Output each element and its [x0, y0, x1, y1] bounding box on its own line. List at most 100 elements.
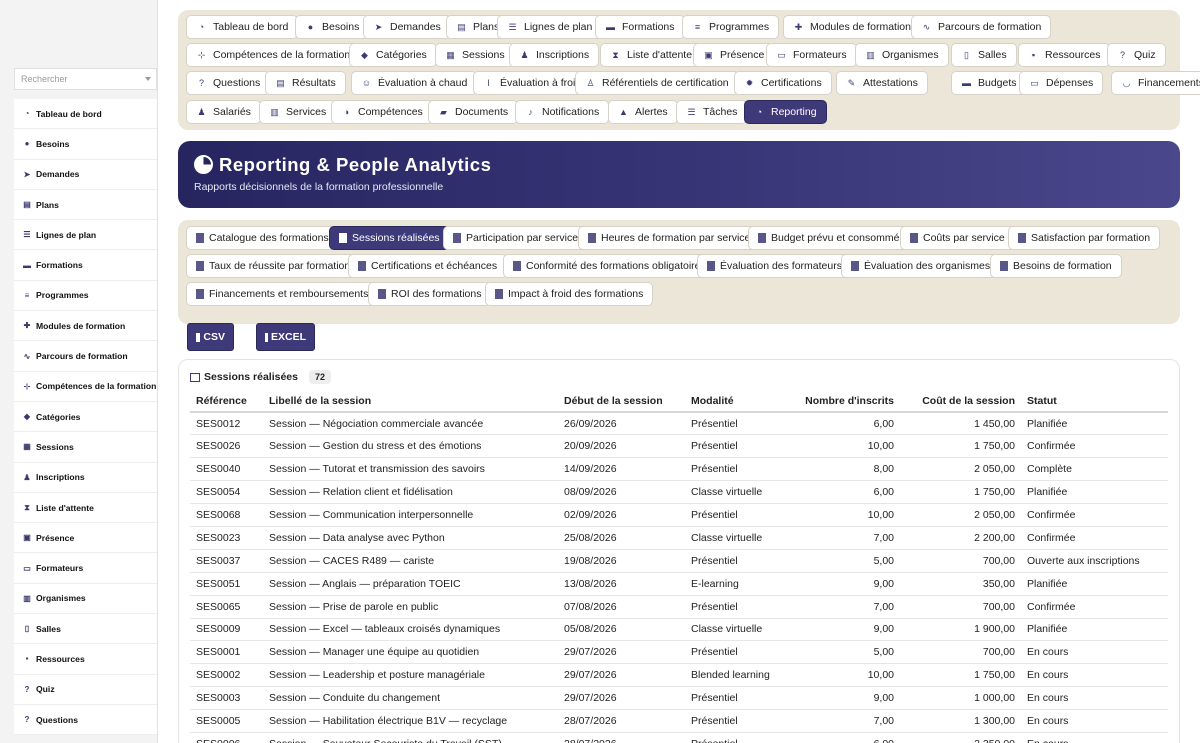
sidebar-item-formations[interactable]: ▬ Formations [14, 250, 157, 281]
column-header-statut[interactable]: Statut [1021, 390, 1168, 413]
table-row[interactable]: SES0002 Session — Leadership et posture m… [190, 663, 1168, 688]
sidebar-item-presence[interactable]: ▣ Présence [14, 523, 157, 554]
nav-item-quiz[interactable]: ? Quiz [1107, 43, 1166, 67]
report-tab-sessions-realisees[interactable]: Sessions réalisées [329, 226, 450, 250]
nav-item-documents[interactable]: ▰ Documents [428, 100, 519, 124]
nav-item-tableau-de-bord[interactable]: ◔ Tableau de bord [186, 15, 299, 39]
nav-item-categories[interactable]: ◆ Catégories [349, 43, 437, 67]
sidebar-item-organismes[interactable]: ▥ Organismes [14, 584, 157, 615]
sidebar-item-modules-de-formation[interactable]: ✚ Modules de formation [14, 311, 157, 342]
nav-item-services[interactable]: ▥ Services [259, 100, 337, 124]
report-tab-certifications-et-echeances[interactable]: Certifications et échéances [348, 254, 508, 278]
nav-item-attestations[interactable]: ✎ Attestations [836, 71, 928, 95]
report-tab-budget-prevu-et-consomme[interactable]: Budget prévu et consommé [748, 226, 910, 250]
nav-item-notifications[interactable]: ♪ Notifications [515, 100, 610, 124]
sidebar-item-programmes[interactable]: ≡ Programmes [14, 281, 157, 312]
sidebar-item-parcours-de-formation[interactable]: ∿ Parcours de formation [14, 341, 157, 372]
nav-item-competences[interactable]: ◑ Compétences [331, 100, 433, 124]
nav-item-formateurs[interactable]: ▭ Formateurs [766, 43, 857, 67]
sidebar-item-plans[interactable]: ▤ Plans [14, 190, 157, 221]
nav-item-taches[interactable]: ☰ Tâches [676, 100, 748, 124]
nav-item-sessions[interactable]: ▦ Sessions [435, 43, 515, 67]
report-tab-evaluation-des-organismes[interactable]: Évaluation des organismes [841, 254, 1001, 278]
report-tab-participation-par-service[interactable]: Participation par service [443, 226, 589, 250]
export-excel-button[interactable]: EXCEL [256, 323, 315, 351]
nav-item-salaries[interactable]: ♟ Salariés [186, 100, 261, 124]
export-csv-button[interactable]: CSV [187, 323, 234, 351]
table-row[interactable]: SES0006Session — Sauveteur Secouriste du… [190, 732, 1168, 743]
nav-item-questions[interactable]: ? Questions [186, 71, 271, 95]
sidebar-item-liste-d-attente[interactable]: ⧗ Liste d'attente [14, 493, 157, 524]
sidebar-item-sessions[interactable]: ▦ Sessions [14, 432, 157, 463]
report-tab-couts-par-service[interactable]: Coûts par service [900, 226, 1015, 250]
nav-item-demandes[interactable]: ➤ Demandes [363, 15, 451, 39]
sidebar-item-ressources[interactable]: ▪ Ressources [14, 644, 157, 675]
nav-item-referentiels-de-certification[interactable]: ♙ Référentiels de certification [575, 71, 739, 95]
nav-item-inscriptions[interactable]: ♟ Inscriptions [509, 43, 600, 67]
report-tab-roi-des-formations[interactable]: ROI des formations [368, 282, 492, 306]
table-row[interactable]: SES0054 Session — Relation client et fidé… [190, 480, 1168, 505]
report-tab-financements-et-remboursements[interactable]: Financements et remboursements [186, 282, 379, 306]
report-tab-impact-a-froid-des-formations[interactable]: Impact à froid des formations [485, 282, 654, 306]
table-row[interactable]: SES0040 Session — Tutorat et transmission… [190, 457, 1168, 482]
column-header-reference[interactable]: Référence [190, 390, 263, 413]
sidebar-item-formateurs[interactable]: ▭ Formateurs [14, 553, 157, 584]
nav-item-formations[interactable]: ▬ Formations [595, 15, 685, 39]
column-header-libelle-de-la-session[interactable]: Libellé de la session [263, 390, 558, 413]
sidebar-search-select[interactable]: Rechercher [14, 68, 157, 90]
nav-item-certifications[interactable]: ✹ Certifications [734, 71, 832, 95]
nav-item-evaluation-a-chaud[interactable]: ☺ Évaluation à chaud [351, 71, 478, 95]
nav-item-liste-d-attente[interactable]: ⧗ Liste d'attente [600, 43, 703, 67]
table-row[interactable]: SES0068 Session — Communication interpers… [190, 503, 1168, 527]
report-tab-evaluation-des-formateurs[interactable]: Évaluation des formateurs [697, 254, 852, 278]
column-header-debut-de-la-session[interactable]: Début de la session [558, 390, 685, 413]
nav-item-alertes[interactable]: ▲ Alertes [608, 100, 678, 124]
sidebar-item-lignes-de-plan[interactable]: ☰ Lignes de plan [14, 220, 157, 251]
table-row[interactable]: SES0012 Session — Négociation commerciale… [190, 412, 1168, 436]
table-row[interactable]: SES0065 Session — Prise de parole en publ… [190, 595, 1168, 619]
sidebar-item-questions[interactable]: ? Questions [14, 705, 157, 736]
nav-item-budgets[interactable]: ▬ Budgets [951, 71, 1027, 95]
sidebar-item-demandes[interactable]: ➤ Demandes [14, 160, 157, 190]
nav-item-financements[interactable]: ◡ Financements [1111, 71, 1200, 95]
report-tab-satisfaction-par-formation[interactable]: Satisfaction par formation [1008, 226, 1161, 250]
nav-item-ressources[interactable]: ▪ Ressources [1018, 43, 1111, 67]
nav-item-programmes[interactable]: ≡ Programmes [682, 15, 780, 39]
report-tab-besoins-de-formation[interactable]: Besoins de formation [990, 254, 1122, 278]
report-tab-conformite-des-formations-obligatoires[interactable]: Conformité des formations obligatoires [503, 254, 716, 278]
nav-item-competences-de-la-formation[interactable]: ⊹ Compétences de la formation [186, 43, 361, 67]
nav-item-depenses[interactable]: ▭ Dépenses [1019, 71, 1104, 95]
nav-item-parcours-de-formation[interactable]: ∿ Parcours de formation [911, 15, 1052, 39]
table-row[interactable]: SES0009 Session — Excel — tableaux croisé… [190, 618, 1168, 642]
sidebar-item-quiz[interactable]: ? Quiz [14, 675, 157, 705]
sidebar-item-tableau-de-bord[interactable]: ◔ Tableau de bord [14, 99, 157, 130]
sidebar-item-inscriptions[interactable]: ♟ Inscriptions [14, 463, 157, 493]
table-row[interactable]: SES0003 Session — Conduite du changement 2… [190, 686, 1168, 711]
table-row[interactable]: SES0051 Session — Anglais — préparation T… [190, 572, 1168, 596]
nav-item-lignes-de-plan[interactable]: ☰ Lignes de plan [497, 15, 603, 39]
nav-item-reporting[interactable]: ◔ Reporting [744, 100, 827, 124]
table-row[interactable]: SES0026 Session — Gestion du stress et de… [190, 434, 1168, 459]
nav-item-organismes[interactable]: ▥ Organismes [855, 43, 949, 67]
report-tab-taux-de-reussite-par-formation[interactable]: Taux de réussite par formation [186, 254, 361, 278]
nav-item-besoins[interactable]: ● Besoins [295, 15, 370, 39]
table-row[interactable]: SES0001 Session — Manager une équipe au q… [190, 640, 1168, 665]
column-header-modalite[interactable]: Modalité [685, 390, 783, 413]
sidebar-item-salles[interactable]: ▯ Salles [14, 614, 157, 645]
table-row[interactable]: SES0037 Session — CACES R489 — cariste 19/… [190, 549, 1168, 573]
report-tab-heures-de-formation-par-service[interactable]: Heures de formation par service [578, 226, 761, 250]
table-row[interactable]: SES0005 Session — Habilitation électrique… [190, 709, 1168, 733]
nav-item-label: Sessions [462, 49, 505, 61]
nav-item-presence[interactable]: ▣ Présence [693, 43, 775, 67]
column-header-nombre-d-inscrits[interactable]: Nombre d'inscrits [783, 390, 900, 413]
sidebar-item-besoins[interactable]: ● Besoins [14, 129, 157, 160]
nav-item-salles[interactable]: ▯ Salles [951, 43, 1017, 67]
column-header-cout-de-la-session[interactable]: Coût de la session [900, 390, 1021, 413]
nav-item-modules-de-formation[interactable]: ✚ Modules de formation [783, 15, 921, 39]
nav-item-resultats[interactable]: ▤ Résultats [265, 71, 346, 95]
sidebar-item-categories[interactable]: ◆ Catégories [14, 402, 157, 433]
nav-item-evaluation-a-froid[interactable]: ǀ Évaluation à froid [473, 71, 592, 95]
sidebar-item-competences-de-la-formation[interactable]: ⊹ Compétences de la formation [14, 372, 157, 402]
report-tab-catalogue-des-formations[interactable]: Catalogue des formations [186, 226, 339, 250]
table-row[interactable]: SES0023 Session — Data analyse avec Pytho… [190, 526, 1168, 550]
